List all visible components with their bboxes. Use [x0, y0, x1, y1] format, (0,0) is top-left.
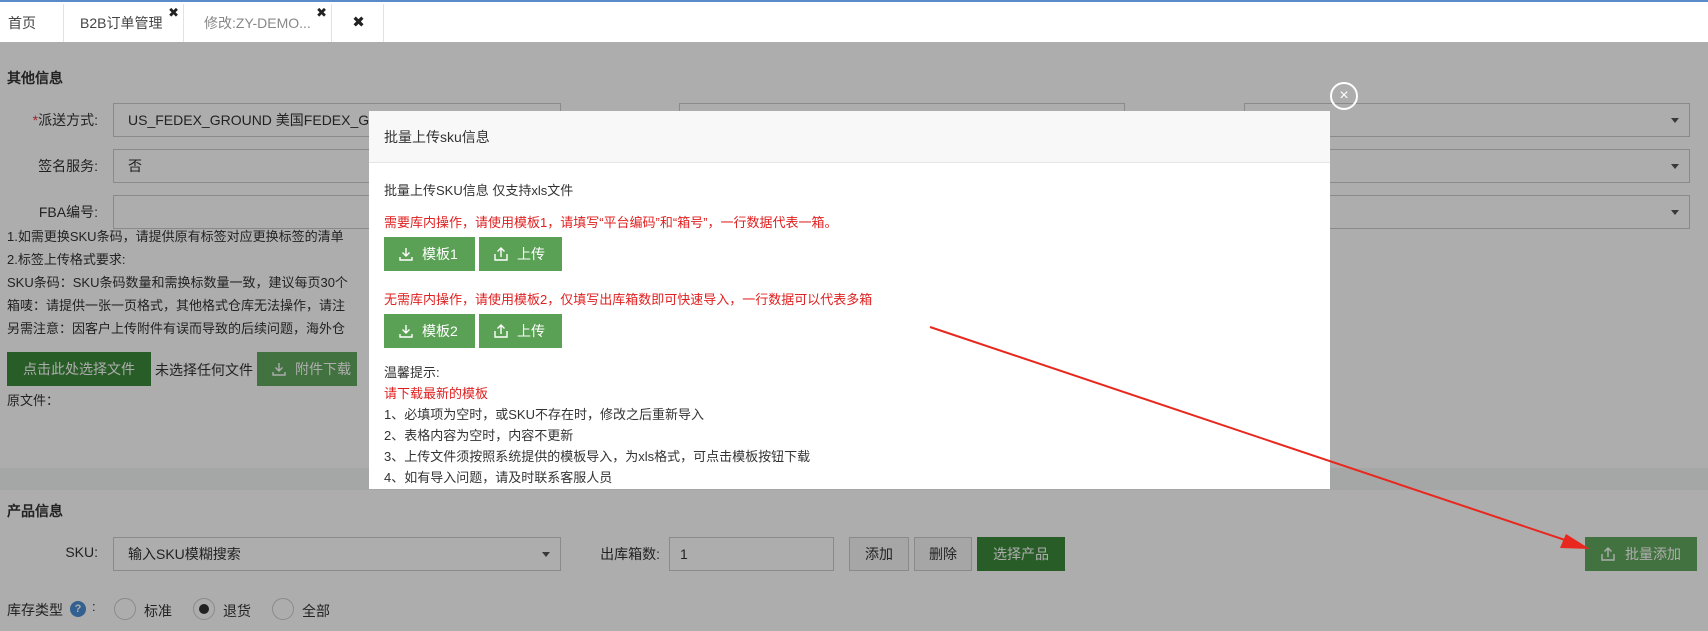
- annotation-arrow-shaft: [929, 326, 1566, 541]
- annotation-arrow-head: [1560, 534, 1590, 549]
- annotation-arrow: [929, 326, 1590, 549]
